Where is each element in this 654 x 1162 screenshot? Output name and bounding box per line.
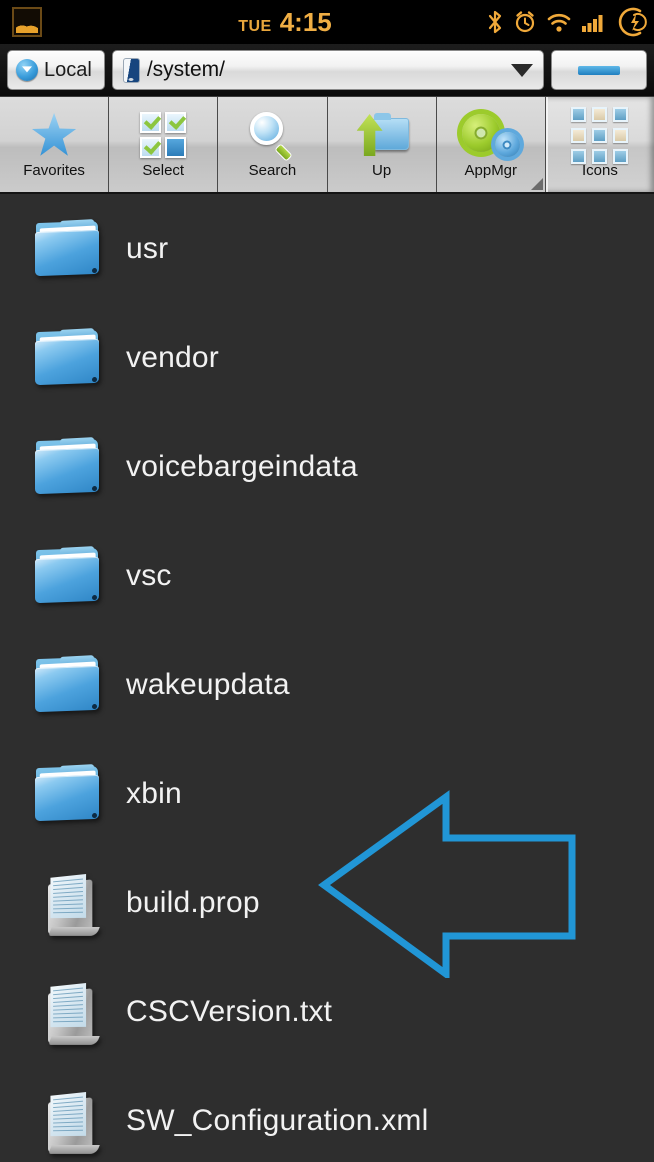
list-item-label: wakeupdata xyxy=(126,667,290,701)
toolbar-button-icons[interactable]: Icons xyxy=(545,97,654,192)
toolbar-label-favorites: Favorites xyxy=(23,162,85,179)
status-bar-icons xyxy=(486,6,648,38)
document-file-icon xyxy=(34,1090,104,1154)
list-item[interactable]: build.prop xyxy=(0,848,654,957)
phone-device-icon xyxy=(122,57,140,83)
minimize-bar-icon xyxy=(578,65,620,75)
up-folder-icon xyxy=(355,106,409,164)
signal-bars-icon xyxy=(582,15,603,32)
status-day-label: TUE xyxy=(238,17,272,35)
toolbar-button-search[interactable]: Search xyxy=(218,97,328,192)
toolbar-button-up[interactable]: Up xyxy=(327,97,437,192)
wifi-icon xyxy=(547,13,571,32)
bluetooth-icon xyxy=(488,10,502,34)
magnifier-icon xyxy=(248,106,296,164)
toolbar-label-appmgr: AppMgr xyxy=(464,162,518,179)
document-file-icon xyxy=(34,872,104,936)
list-item[interactable]: usr xyxy=(0,194,654,303)
folder-icon xyxy=(34,763,104,823)
path-field[interactable]: /system/ xyxy=(111,50,544,90)
address-bar: Local /system/ xyxy=(0,44,654,96)
star-icon xyxy=(31,106,77,164)
battery-charging-icon xyxy=(618,7,647,37)
list-item[interactable]: voicebargeindata xyxy=(0,412,654,521)
list-item[interactable]: xbin xyxy=(0,739,654,848)
gears-icon xyxy=(461,106,520,164)
toolbar-button-favorites[interactable]: Favorites xyxy=(0,97,110,192)
path-value: /system/ xyxy=(146,58,225,81)
icon-grid-icon xyxy=(571,106,629,164)
toolbar-button-select[interactable]: Select xyxy=(109,97,219,192)
storage-label: Local xyxy=(44,58,92,81)
toolbar-label-search: Search xyxy=(248,162,297,179)
list-item-label: voicebargeindata xyxy=(126,449,358,483)
status-time-label: 4:15 xyxy=(279,6,332,37)
list-item-label: CSCVersion.txt xyxy=(126,994,333,1028)
folder-icon xyxy=(34,654,104,714)
list-item-label: SW_Configuration.xml xyxy=(126,1103,429,1137)
folder-icon xyxy=(34,545,104,605)
list-item-label: build.prop xyxy=(126,885,260,919)
toolbar-label-up: Up xyxy=(372,162,392,179)
minimize-button[interactable] xyxy=(551,50,647,90)
list-item-label: vendor xyxy=(126,340,219,374)
list-item[interactable]: CSCVersion.txt xyxy=(0,957,654,1066)
list-item[interactable]: SW_Configuration.xml xyxy=(0,1066,654,1162)
list-item[interactable]: wakeupdata xyxy=(0,630,654,739)
submenu-triangle-icon xyxy=(530,178,543,190)
folder-icon xyxy=(34,327,104,387)
list-item-label: vsc xyxy=(126,558,172,592)
folder-icon xyxy=(34,218,104,278)
toolbar-button-appmgr[interactable]: AppMgr xyxy=(436,97,546,192)
list-item[interactable]: vendor xyxy=(0,303,654,412)
toolbar: Favorites Select Search Up AppMgr Icons xyxy=(0,96,654,194)
storage-selector-button[interactable]: Local xyxy=(7,50,105,90)
chevron-down-icon[interactable] xyxy=(511,63,533,77)
list-item-label: usr xyxy=(126,231,169,265)
status-bar: TUE 4:15 xyxy=(0,0,654,44)
list-item[interactable]: vsc xyxy=(0,521,654,630)
alarm-clock-icon xyxy=(515,11,535,33)
document-file-icon xyxy=(34,981,104,1045)
folder-icon xyxy=(34,436,104,496)
toolbar-label-select: Select xyxy=(142,162,185,179)
file-manager-app: TUE 4:15 Local /system/ Favorites Select… xyxy=(0,0,654,1162)
toolbar-label-icons: Icons xyxy=(582,162,618,179)
list-item-label: xbin xyxy=(126,776,182,810)
checkbox-grid-icon xyxy=(140,106,187,164)
blue-dropdown-circle-icon xyxy=(16,59,38,81)
file-list[interactable]: usr vendor voicebargeindata vsc wakeupda xyxy=(0,194,654,1162)
